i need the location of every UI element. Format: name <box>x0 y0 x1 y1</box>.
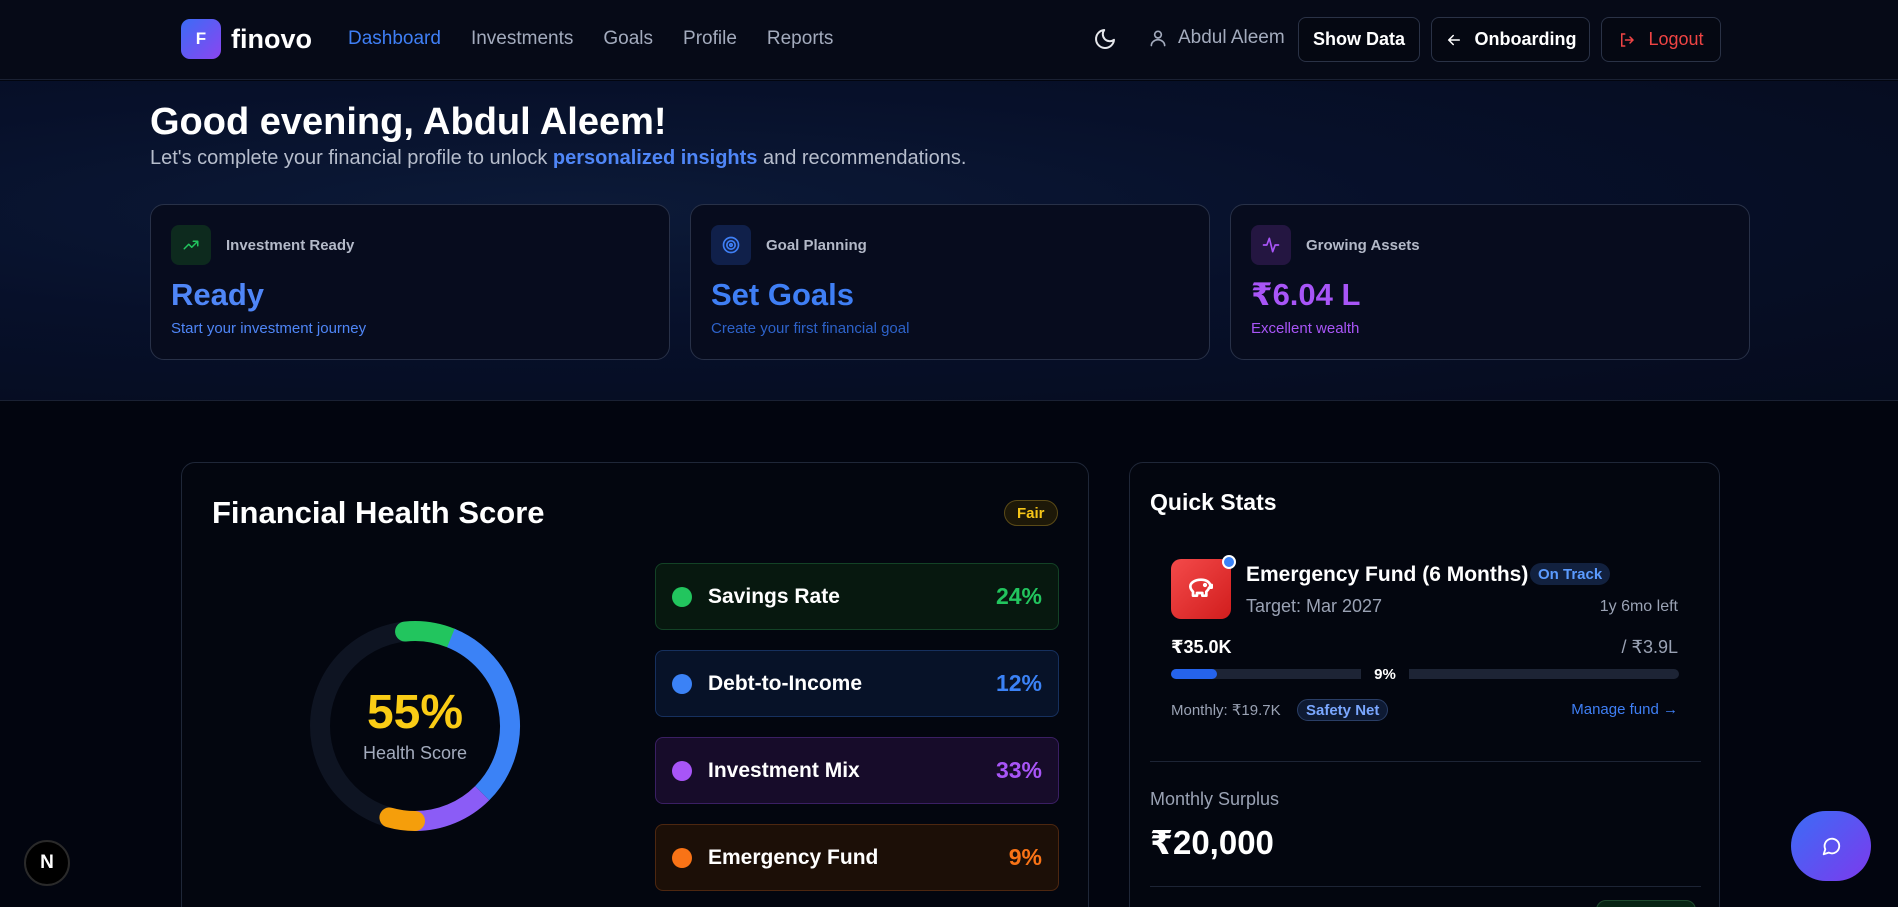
fund-progress-label: 9% <box>1361 663 1409 685</box>
hero-section: Good evening, Abdul Aleem! Let's complet… <box>0 81 1898 401</box>
nav-item-reports[interactable]: Reports <box>767 28 834 50</box>
card-value: Ready <box>171 277 265 312</box>
monthly-surplus-label: Monthly Surplus <box>1150 789 1280 809</box>
card-label: Investment Ready <box>226 237 355 254</box>
nav-item-dashboard[interactable]: Dashboard <box>348 28 441 50</box>
growing-assets-card[interactable]: Growing Assets ₹6.04 L Excellent wealth <box>1230 204 1750 360</box>
show-data-button[interactable]: Show Data <box>1298 17 1420 62</box>
health-score-label: Health Score <box>362 743 468 763</box>
status-dot <box>672 673 692 694</box>
monthly-surplus-value: ₹20,000 <box>1150 824 1274 861</box>
safety-net-tag: Safety Net <box>1297 699 1389 721</box>
card-label: Goal Planning <box>766 237 867 254</box>
trending-up-icon <box>171 225 211 265</box>
donut-segment-green <box>395 621 461 649</box>
moon-icon[interactable] <box>1093 27 1117 51</box>
greeting-heading: Good evening, Abdul Aleem! <box>150 101 667 143</box>
target-icon <box>711 225 751 265</box>
fund-saved-amount: ₹35.0K <box>1171 637 1232 657</box>
emergency-fund-title[interactable]: Emergency Fund (6 Months) <box>1246 563 1528 587</box>
chat-bubble-icon <box>1822 837 1841 856</box>
logout-label: Logout <box>1648 29 1704 49</box>
status-dot <box>672 586 692 607</box>
card-label: Growing Assets <box>1306 237 1420 254</box>
card-desc: Start your investment journey <box>171 320 367 337</box>
fund-goal-amount: / ₹3.9L <box>1621 637 1679 657</box>
nav-item-profile[interactable]: Profile <box>683 28 737 50</box>
top-nav-bar: F finovo Dashboard Investments Goals Pro… <box>0 0 1898 80</box>
fund-target-date: Target: Mar 2027 <box>1246 596 1383 616</box>
activity-icon <box>1251 225 1291 265</box>
chat-button[interactable] <box>1791 811 1871 881</box>
investment-ready-card[interactable]: Investment Ready Ready Start your invest… <box>150 204 670 360</box>
card-desc: Create your first financial goal <box>711 320 910 337</box>
brand-name: finovo <box>231 23 312 54</box>
health-score-value: 55% <box>366 686 464 739</box>
donut-segment-orange <box>379 807 425 831</box>
metric-name: Emergency Fund <box>708 845 879 869</box>
metric-savings-rate[interactable]: Savings Rate 24% <box>655 563 1059 630</box>
metric-emergency-fund[interactable]: Emergency Fund 9% <box>655 824 1059 891</box>
fund-progress-fill <box>1171 669 1217 679</box>
fund-time-left: 1y 6mo left <box>1599 598 1678 615</box>
user-icon <box>1150 30 1166 47</box>
manage-fund-link[interactable]: Manage fund → <box>1571 701 1678 718</box>
status-dot <box>672 847 692 868</box>
nav-item-investments[interactable]: Investments <box>471 28 573 50</box>
onboarding-button[interactable]: Onboarding <box>1431 17 1590 62</box>
greeting-subline: Let's complete your financial profile to… <box>150 147 966 170</box>
status-dot <box>672 760 692 781</box>
next-stat-badge <box>1596 900 1696 907</box>
arrow-left-icon <box>1447 34 1460 45</box>
subline-highlight: personalized insights <box>552 147 758 169</box>
financial-health-panel: Financial Health Score Fair 55% Health S… <box>181 462 1089 907</box>
metric-value: 33% <box>995 757 1042 783</box>
nav-item-goals[interactable]: Goals <box>603 28 653 50</box>
show-data-label: Show Data <box>1312 29 1405 49</box>
brand-mark: F <box>181 19 221 59</box>
goal-planning-card[interactable]: Goal Planning Set Goals Create your firs… <box>690 204 1210 360</box>
card-value: ₹6.04 L <box>1251 277 1361 312</box>
metric-name: Savings Rate <box>708 584 840 608</box>
piggy-bank-icon <box>1171 559 1231 619</box>
logout-button[interactable]: Logout <box>1601 17 1721 62</box>
on-track-badge: On Track <box>1530 563 1611 585</box>
quick-stats-title: Quick Stats <box>1150 489 1277 515</box>
donut-segment-purple <box>414 785 490 831</box>
metric-value: 12% <box>995 670 1042 696</box>
user-name: Abdul Aleem <box>1178 27 1285 48</box>
logout-icon <box>1621 32 1635 47</box>
quick-stats-panel: Quick Stats Emergency Fund (6 Months) On… <box>1129 462 1720 907</box>
user-menu[interactable]: Abdul Aleem <box>1148 27 1285 49</box>
divider <box>1150 761 1701 762</box>
health-title: Financial Health Score <box>212 495 545 530</box>
dev-tools-badge[interactable]: N <box>24 840 70 886</box>
subline-text-after: and recommendations. <box>757 147 967 169</box>
onboarding-label: Onboarding <box>1474 29 1577 49</box>
metric-name: Debt-to-Income <box>708 671 862 695</box>
divider <box>1150 886 1701 887</box>
card-value: Set Goals <box>711 277 854 312</box>
fund-monthly-contribution: Monthly: ₹19.7K <box>1171 702 1281 719</box>
fund-progress-bar <box>1171 669 1679 679</box>
brand-logo[interactable]: F finovo <box>181 19 312 59</box>
notification-dot <box>1222 555 1236 569</box>
metric-value: 9% <box>1008 844 1042 870</box>
metric-investment-mix[interactable]: Investment Mix 33% <box>655 737 1059 804</box>
metric-debt-to-income[interactable]: Debt-to-Income 12% <box>655 650 1059 717</box>
subline-text-before: Let's complete your financial profile to… <box>150 147 553 169</box>
main-nav: Dashboard Investments Goals Profile Repo… <box>348 28 833 50</box>
card-desc: Excellent wealth <box>1251 320 1360 337</box>
metric-name: Investment Mix <box>708 758 860 782</box>
health-status-badge: Fair <box>1004 500 1058 526</box>
metric-value: 24% <box>995 583 1042 609</box>
